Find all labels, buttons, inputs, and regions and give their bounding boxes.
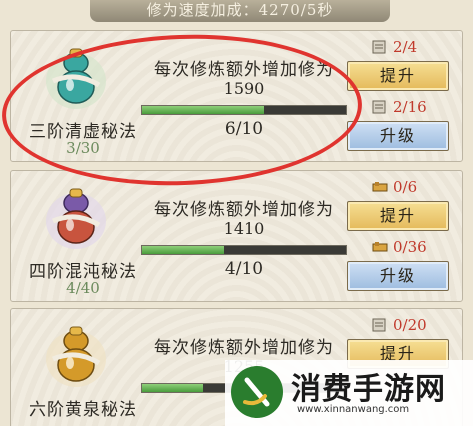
upgrade-button[interactable]: 升级 bbox=[347, 121, 449, 151]
progress-text: 4/10 bbox=[224, 259, 264, 279]
bonus-label: 每次修炼额外增加修为 bbox=[154, 200, 334, 220]
bonus-value: 1410 bbox=[223, 219, 265, 238]
raise-cost: 2/4 bbox=[371, 37, 417, 57]
watermark-url: www.xinnanwang.com bbox=[297, 404, 410, 415]
progress-fill bbox=[142, 246, 224, 254]
raise-cost: 0/6 bbox=[371, 177, 417, 197]
progress-bar bbox=[141, 245, 347, 255]
scroll-icon bbox=[372, 318, 386, 332]
scroll-icon bbox=[372, 100, 386, 114]
watermark-logo-icon bbox=[231, 366, 283, 418]
key-icon bbox=[372, 242, 388, 252]
cultivation-speed-text: 修为速度加成：4270/5秒 bbox=[146, 1, 334, 19]
skill-name: 六阶黄泉秘法 bbox=[29, 400, 137, 420]
bonus-value: 1590 bbox=[223, 79, 265, 98]
raise-cost-value: 0/6 bbox=[393, 178, 418, 196]
bonus-label: 每次修炼额外增加修为 bbox=[154, 60, 334, 80]
skill-level: 4/40 bbox=[66, 279, 100, 297]
progress-bar bbox=[141, 105, 347, 115]
skill-gourd-icon bbox=[46, 326, 106, 387]
upgrade-cost: 0/36 bbox=[371, 237, 427, 257]
raise-button[interactable]: 提升 bbox=[347, 61, 449, 91]
key-icon bbox=[372, 182, 388, 192]
bonus-label: 每次修炼额外增加修为 bbox=[154, 338, 334, 358]
cultivation-speed-banner: 修为速度加成：4270/5秒 bbox=[90, 0, 390, 22]
raise-cost-value: 2/4 bbox=[393, 38, 418, 56]
skill-card: 三阶清虚秘法 3/30 每次修炼额外增加修为 1590 6/10 2/4 提升 … bbox=[10, 30, 463, 162]
site-watermark: 消费手游网 www.xinnanwang.com bbox=[225, 360, 473, 426]
skill-card: 四阶混沌秘法 4/40 每次修炼额外增加修为 1410 4/10 0/6 提升 … bbox=[10, 170, 463, 302]
progress-fill bbox=[142, 384, 204, 392]
raise-cost-value: 0/20 bbox=[393, 316, 427, 334]
upgrade-cost-value: 2/16 bbox=[393, 98, 427, 116]
upgrade-button[interactable]: 升级 bbox=[347, 261, 449, 291]
skill-gourd-icon bbox=[46, 188, 106, 249]
raise-cost: 0/20 bbox=[371, 315, 427, 335]
upgrade-cost-value: 0/36 bbox=[393, 238, 427, 256]
upgrade-cost: 2/16 bbox=[371, 97, 427, 117]
skill-gourd-icon bbox=[46, 48, 106, 109]
watermark-title: 消费手游网 bbox=[291, 372, 446, 407]
scroll-icon bbox=[372, 40, 386, 54]
progress-fill bbox=[142, 106, 265, 114]
raise-button[interactable]: 提升 bbox=[347, 201, 449, 231]
skill-level: 3/30 bbox=[66, 139, 100, 157]
progress-text: 6/10 bbox=[224, 119, 264, 139]
